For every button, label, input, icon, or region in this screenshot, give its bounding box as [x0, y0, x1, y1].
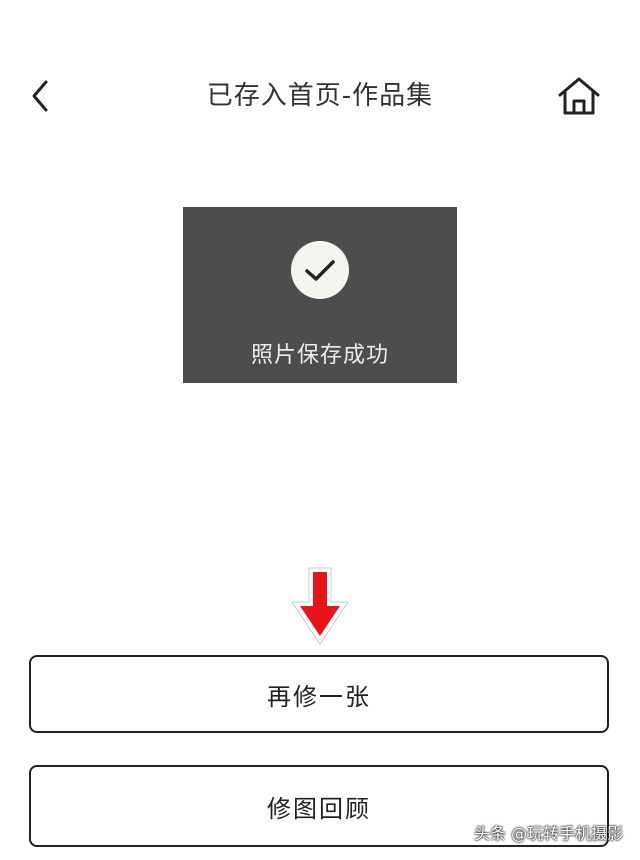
home-button[interactable]	[556, 75, 602, 117]
back-button[interactable]	[22, 76, 62, 116]
chevron-left-icon	[32, 80, 48, 112]
red-down-arrow-icon	[291, 567, 349, 645]
header-bar: 已存入首页-作品集	[0, 60, 640, 132]
save-success-toast: 照片保存成功	[183, 207, 457, 383]
watermark-text: 头条 @玩转手机摄影	[474, 824, 624, 843]
edit-another-button[interactable]: 再修一张	[29, 655, 609, 733]
toast-check-circle	[291, 241, 349, 299]
checkmark-icon	[305, 260, 335, 281]
page-title: 已存入首页-作品集	[206, 81, 434, 111]
home-icon	[558, 77, 600, 115]
toast-message: 照片保存成功	[250, 343, 389, 368]
